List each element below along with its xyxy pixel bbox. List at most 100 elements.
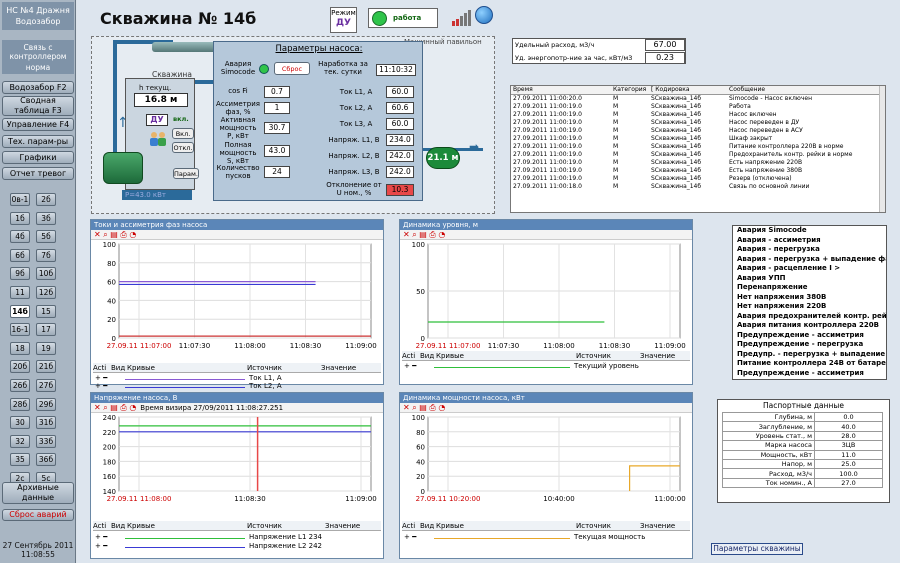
chart-tools-icon[interactable]: ✕ ⌕ ▤ ⎙ ◔ <box>91 230 136 239</box>
alarm-item[interactable]: Предупреждение - ассиметрия <box>733 369 886 379</box>
alarm-list[interactable]: Авария Simocode Авария - ассиметрия Авария… <box>732 225 887 380</box>
alarm-item[interactable]: Предупр. - перегрузка + выпадение фаз <box>733 350 886 360</box>
well-button[interactable]: 28б <box>10 397 30 411</box>
pump-on-button[interactable]: Вкл. <box>172 128 194 139</box>
legend-row[interactable]: + ━ Текущая мощность <box>400 533 690 542</box>
well-button[interactable]: 1б <box>10 211 30 225</box>
well-button[interactable]: 31б <box>36 416 56 430</box>
well-button[interactable]: 12б <box>36 286 56 299</box>
alarm-item[interactable]: Авария предохранителей контр. рейки <box>733 312 886 322</box>
well-button[interactable]: 0в-1 <box>10 193 30 206</box>
alarm-item[interactable]: Предупреждение - перегрузка <box>733 340 886 350</box>
alarm-item[interactable]: Авария - перегрузка + выпадение фаз <box>733 255 886 265</box>
well-button[interactable]: 35 <box>10 453 30 467</box>
event-col-category[interactable]: Категория <box>611 86 649 95</box>
well-button[interactable]: 16-1 <box>10 323 30 337</box>
alarm-item[interactable]: Перенапряжение <box>733 283 886 293</box>
event-row[interactable]: 27.09.2011 11:00:19.0 M SСкважина_14б Работ… <box>511 103 885 111</box>
chart-currents-plot[interactable]: 10080604020027.09.11 11:07:00 11:07:30 11:… <box>91 240 383 352</box>
pump-params-button[interactable]: Парам. <box>173 168 199 179</box>
chart-voltage-plot[interactable]: 24022020018016014027.09.11 11:08:00 11:08… <box>91 413 383 505</box>
nav-button-alarm-report[interactable]: Отчет тревог <box>2 167 74 180</box>
well-button[interactable]: 33б <box>36 434 56 448</box>
well-button[interactable]: 5б <box>36 230 56 244</box>
well-parameters-button[interactable]: Параметры скважины <box>711 543 803 555</box>
chart-level-toolbar[interactable]: ✕ ⌕ ▤ ⎙ ◔ <box>400 230 692 240</box>
event-row[interactable]: 27.09.2011 11:00:19.0 M SСкважина_14б Насос… <box>511 127 885 135</box>
legend-row[interactable]: + ━ Напряжение L2 242 <box>91 542 381 551</box>
chart-level-plot[interactable]: 10050027.09.11 11:07:00 11:07:30 11:08:00 1… <box>400 240 692 352</box>
globe-icon[interactable] <box>475 6 493 24</box>
well-button[interactable]: 4б <box>10 230 30 244</box>
alarm-item[interactable]: Авария питания контроллера 220В <box>733 321 886 331</box>
legend-row[interactable]: + ━ Ток L2, А <box>91 382 381 390</box>
alarm-item[interactable]: Авария - расцепление I > <box>733 264 886 274</box>
well-button[interactable]: 9б <box>10 267 30 281</box>
well-button[interactable]: 6б <box>10 248 30 262</box>
well-button[interactable]: 3б <box>36 211 56 225</box>
chart-power-plot[interactable]: 10080604020027.09.11 10:20:00 10:40:00 11:… <box>400 413 692 505</box>
alarm-item[interactable]: Питание контроллера 24В от батареи <box>733 359 886 369</box>
well-button[interactable]: 15 <box>36 304 56 318</box>
alarm-item[interactable]: Авария - ассиметрия <box>733 236 886 246</box>
event-log[interactable]: Время Категория [ Кодировка Сообщение 27… <box>510 85 886 213</box>
well-button[interactable]: 18 <box>10 341 30 355</box>
alarm-item[interactable]: Авария Simocode <box>733 226 886 236</box>
legend-row[interactable]: + ━ Текущий уровень <box>400 362 690 370</box>
well-button[interactable]: 29б <box>36 397 56 411</box>
well-button[interactable]: 19 <box>36 341 56 355</box>
chart-currents-toolbar[interactable]: ✕ ⌕ ▤ ⎙ ◔ <box>91 230 383 240</box>
chart-tools-icon[interactable]: ✕ ⌕ ▤ ⎙ ◔ <box>400 403 445 412</box>
well-button[interactable]: 10б <box>36 267 56 281</box>
alarm-item[interactable]: Предупреждение - ассиметрия <box>733 331 886 341</box>
chart-tools-icon[interactable]: ✕ ⌕ ▤ ⎙ ◔ <box>400 230 445 239</box>
well-button[interactable]: 20б <box>10 360 30 374</box>
alarm-reset-button[interactable]: Сброс <box>274 62 310 75</box>
chart-power-toolbar[interactable]: ✕ ⌕ ▤ ⎙ ◔ <box>400 403 692 413</box>
nav-button-graphs[interactable]: Графики <box>2 151 74 164</box>
event-row[interactable]: 27.09.2011 11:00:19.0 M SСкважина_14б Есть … <box>511 167 885 175</box>
alarm-item[interactable]: Авария УПП <box>733 274 886 284</box>
well-button[interactable]: 2б <box>36 193 56 206</box>
well-button[interactable]: 7б <box>36 248 56 262</box>
alarm-item[interactable]: Авария - перегрузка <box>733 245 886 255</box>
well-button[interactable]: 30 <box>10 416 30 430</box>
event-row[interactable]: 27.09.2011 11:00:19.0 M SСкважина_14б Насос… <box>511 119 885 127</box>
well-button[interactable]: 14б <box>10 304 30 318</box>
legend-row[interactable]: + ━ Ток L1, А <box>91 374 381 382</box>
well-button[interactable]: 11 <box>10 286 30 299</box>
legend-row[interactable]: + ━ Напряжение L1 234 <box>91 533 381 542</box>
event-row[interactable]: 27.09.2011 11:00:18.0 M SСкважина_14б Связь… <box>511 183 885 191</box>
well-button[interactable]: 21б <box>36 360 56 374</box>
well-button[interactable]: 27б <box>36 379 56 392</box>
reset-alarms-button[interactable]: Сброс аварий <box>2 509 74 521</box>
nav-button-tech-params[interactable]: Тех. парам-ры <box>2 135 74 148</box>
y-tick-label: 220 <box>103 429 116 437</box>
well-button[interactable]: 26б <box>10 379 30 392</box>
well-button[interactable]: 17 <box>36 323 56 337</box>
chart-tools-icon[interactable]: ✕ ⌕ ▤ ⎙ ◔ <box>91 403 136 412</box>
alarm-item[interactable]: Нет напряжения 380В <box>733 293 886 303</box>
well-button[interactable]: 36б <box>36 453 56 467</box>
event-col-encoding[interactable]: [ Кодировка <box>649 86 727 95</box>
alarm-item[interactable]: Нет напряжения 220В <box>733 302 886 312</box>
nav-button-vodozabor[interactable]: Водозабор F2 <box>2 81 74 94</box>
plot-area <box>118 416 372 492</box>
nav-button-control[interactable]: Управление F4 <box>2 118 74 131</box>
event-row[interactable]: 27.09.2011 11:00:20.0 M SСкважина_14б Simoc… <box>511 95 885 104</box>
event-log-scrollbar[interactable] <box>879 86 885 212</box>
nav-button-summary-table[interactable]: Сводная таблица F3 <box>2 96 74 116</box>
event-row[interactable]: 27.09.2011 11:00:19.0 M SСкважина_14б Есть … <box>511 159 885 167</box>
event-row[interactable]: 27.09.2011 11:00:19.0 M SСкважина_14б Насос… <box>511 111 885 119</box>
event-row[interactable]: 27.09.2011 11:00:19.0 M SСкважина_14б Питан… <box>511 143 885 151</box>
pump-off-button[interactable]: Откл. <box>172 142 194 153</box>
event-row[interactable]: 27.09.2011 11:00:19.0 M SСкважина_14б Резер… <box>511 175 885 183</box>
archive-data-button[interactable]: Архивные данные <box>2 482 74 504</box>
well-button[interactable]: 32 <box>10 434 30 448</box>
event-cell: 27.09.2011 11:00:20.0 <box>513 95 582 102</box>
chart-voltage-toolbar[interactable]: ✕ ⌕ ▤ ⎙ ◔ Время визира 27/09/2011 11:08:2… <box>91 403 383 413</box>
event-col-time[interactable]: Время <box>511 86 611 95</box>
event-row[interactable]: 27.09.2011 11:00:19.0 M SСкважина_14б Шкаф … <box>511 135 885 143</box>
event-col-message[interactable]: Сообщение <box>727 86 885 95</box>
event-row[interactable]: 27.09.2011 11:00:19.0 M SСкважина_14б Предо… <box>511 151 885 159</box>
